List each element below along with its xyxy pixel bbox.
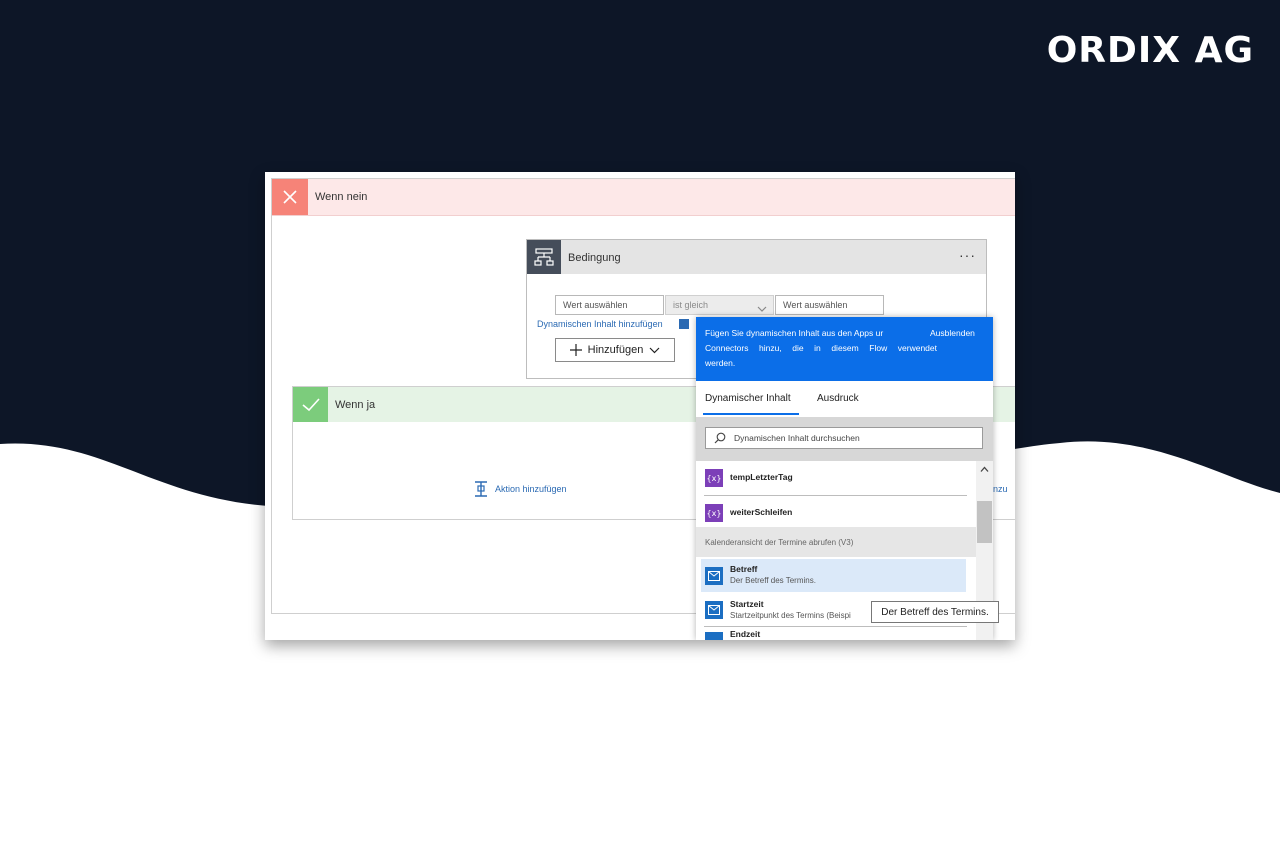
add-action-button[interactable]: Aktion hinzufügen [473,481,567,497]
flow-editor-screenshot: Wenn nein Bedingung ··· Wert auswählen i… [265,172,1015,640]
no-branch-title: Wenn nein [315,191,368,203]
condition-icon [527,240,561,274]
list-item-variable[interactable]: {x} weiterSchleifen [704,501,969,530]
outlook-icon [705,632,723,640]
outlook-icon [705,601,723,619]
left-value-field[interactable]: Wert auswählen [555,295,664,315]
dynamic-content-icon[interactable] [679,319,689,329]
popup-banner: Fügen Sie dynamischen Inhalt aus den App… [696,317,993,381]
add-dynamic-content-link[interactable]: Dynamischen Inhalt hinzufügen [537,319,663,329]
dynamic-content-popup: Fügen Sie dynamischen Inhalt aus den App… [696,317,993,640]
popup-tabs: Dynamischer Inhalt Ausdruck [696,381,993,417]
list-item-endzeit[interactable]: Endzeit [701,629,966,640]
scroll-up-icon[interactable] [980,466,989,473]
scrollbar-thumb[interactable] [977,501,992,543]
banner-line-1: Fügen Sie dynamischen Inhalt aus den App… [705,328,884,338]
item-title: Endzeit [730,629,761,639]
item-description: Startzeitpunkt des Termins (Beispi [730,611,851,620]
search-placeholder: Dynamischen Inhalt durchsuchen [734,433,860,443]
list-item-betreff[interactable]: Betreff Der Betreff des Termins. [701,559,966,592]
item-title: Startzeit [730,599,764,609]
operator-value: ist gleich [673,300,709,310]
chevron-down-icon [649,347,660,354]
divider [704,495,967,496]
search-area: Dynamischen Inhalt durchsuchen [696,417,993,461]
add-action-icon [475,481,487,497]
condition-title: Bedingung [568,252,621,264]
section-header: Kalenderansicht der Termine abrufen (V3) [696,527,976,557]
banner-line-2: Connectors hinzu, die in diesem Flow ver… [705,343,937,353]
operator-select[interactable]: ist gleich [665,295,774,315]
add-action-label: Aktion hinzufügen [495,484,567,494]
list-item-variable[interactable]: {x} tempLetzterTag [704,467,969,496]
divider [704,626,967,627]
variable-icon: {x} [705,504,723,522]
tab-dynamic-content[interactable]: Dynamischer Inhalt [705,393,791,404]
search-input[interactable]: Dynamischen Inhalt durchsuchen [705,427,983,449]
banner-line-3: werden. [705,358,736,368]
plus-icon [569,344,582,356]
item-title: Betreff [730,564,758,574]
tooltip: Der Betreff des Termins. [871,601,999,623]
condition-header[interactable]: Bedingung ··· [527,240,986,274]
add-button-label: Hinzufügen [587,344,644,356]
add-action-truncated-link[interactable]: inzu [991,484,1008,494]
more-options-icon[interactable]: ··· [959,247,976,263]
yes-branch-title: Wenn ja [335,399,376,411]
item-title: weiterSchleifen [730,507,793,517]
add-button[interactable]: Hinzufügen [555,338,675,362]
item-description: Der Betreff des Termins. [730,576,816,585]
variable-icon: {x} [705,469,723,487]
outlook-icon [705,567,723,585]
tab-expression[interactable]: Ausdruck [817,393,859,404]
section-title: Kalenderansicht der Termine abrufen (V3) [705,538,854,547]
search-icon [714,432,726,444]
checkmark-icon [293,387,328,422]
item-title: tempLetzterTag [730,472,793,482]
brand-logo: ORDIX AG [1046,30,1254,71]
no-branch-header[interactable]: Wenn nein [272,179,1015,216]
close-icon [272,179,308,215]
right-value-field[interactable]: Wert auswählen [775,295,884,315]
hide-link[interactable]: Ausblenden [930,326,975,341]
active-tab-indicator [703,413,799,415]
